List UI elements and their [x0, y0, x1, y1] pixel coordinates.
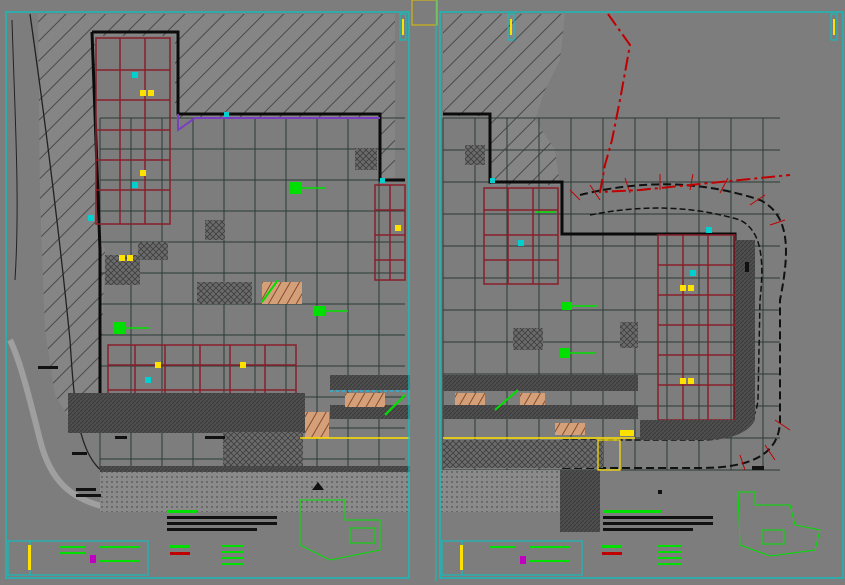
sheet-index-fill-right-a [510, 19, 512, 35]
structure-block-a [95, 37, 171, 225]
legend-swatches-right [602, 545, 682, 565]
sheet-index-fill-left [402, 19, 404, 35]
landscape-hatch-area-right [443, 14, 565, 185]
paving-patch-r3 [555, 423, 585, 435]
viewport-frame-top [411, 0, 438, 26]
markers-cyan-right [490, 178, 712, 276]
parking-strip-r2 [443, 405, 638, 419]
entry-path-right [560, 470, 600, 532]
planter-patch-4 [138, 242, 168, 260]
sheet-left [7, 13, 410, 576]
planter-patch-r3 [465, 145, 485, 165]
key-map-right [737, 491, 821, 557]
planter-patch-3 [223, 432, 303, 467]
cad-drawing-viewport [0, 0, 845, 581]
structure-block-e [657, 234, 736, 421]
parking-strip-left [68, 393, 305, 433]
paving-patch-3 [345, 393, 385, 407]
footpath-left [100, 466, 410, 472]
parking-strip-r3 [443, 440, 603, 468]
sheet-right [440, 13, 821, 576]
paving-patch-2 [305, 412, 329, 438]
planter-patch-2 [197, 282, 252, 304]
ramp-strip-left [330, 375, 410, 390]
notes-block-right [603, 510, 713, 531]
sheet-index-fill-right-b [833, 19, 835, 35]
site-plan-drawing [5, 0, 844, 581]
fixtures-left [119, 90, 401, 368]
property-boundary-red [598, 13, 791, 194]
planter-patch-r1 [513, 328, 543, 350]
notes-block-left [167, 510, 277, 531]
ground-band-right [440, 470, 560, 512]
parking-strip-r1 [443, 375, 638, 391]
road-edge-left-inner [11, 19, 18, 281]
structure-block-d [483, 187, 559, 285]
title-block-left [7, 540, 149, 576]
title-block-right [441, 540, 583, 576]
legend-swatches-left [170, 545, 244, 565]
ground-band-left [100, 470, 410, 512]
planter-patch-5 [355, 148, 377, 170]
paving-patch-r1 [455, 393, 485, 405]
ramp-strip-left-2 [330, 405, 410, 419]
planter-patch-r2 [620, 322, 638, 348]
paving-patch-r2 [520, 393, 545, 405]
planter-patch-6 [205, 220, 225, 240]
